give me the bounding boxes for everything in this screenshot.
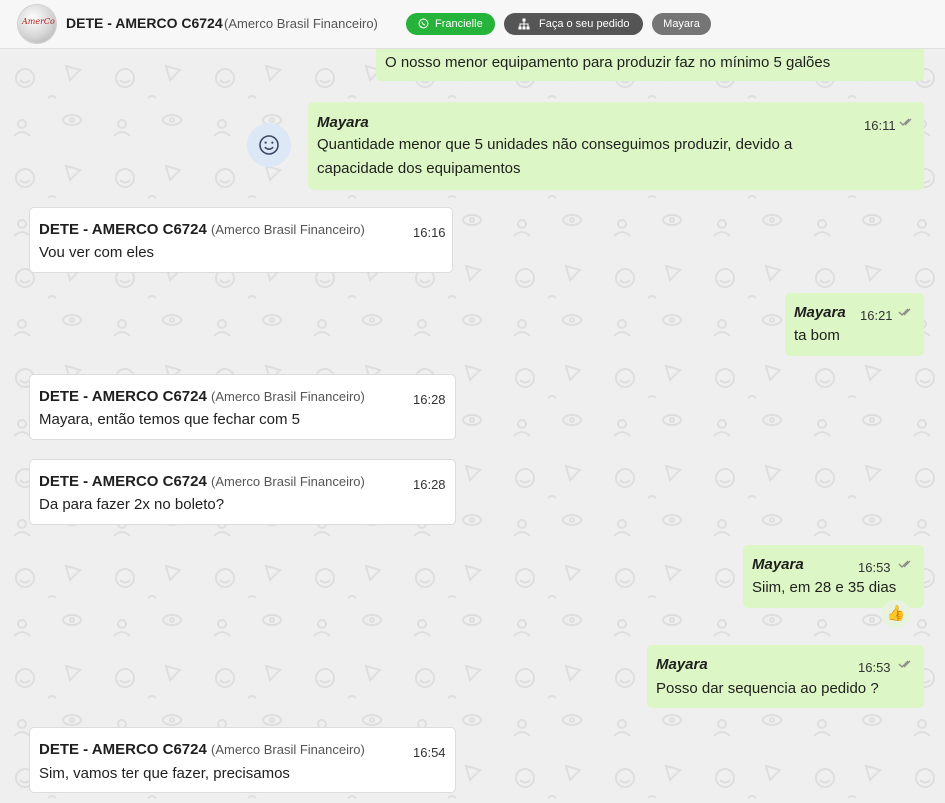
emoji-reaction-button[interactable] <box>247 123 291 167</box>
message-sender: DETE - AMERCO C6724 <box>39 473 207 490</box>
message-outgoing[interactable]: Mayara 16:21 ta bom <box>785 293 924 356</box>
message-text: Quantidade menor que 5 unidades não cons… <box>317 136 793 153</box>
message-text: ta bom <box>794 327 840 344</box>
message-text: capacidade dos equipamentos <box>317 160 521 177</box>
message-header: DETE - AMERCO C6724 (Amerco Brasil Finan… <box>39 470 365 493</box>
contact-organization: (Amerco Brasil Financeiro) <box>224 16 378 31</box>
message-outgoing[interactable]: Mayara 16:53 Posso dar sequencia ao pedi… <box>647 645 924 708</box>
message-time: 16:11 <box>864 118 896 133</box>
whatsapp-contact-button[interactable]: Francielle <box>406 13 495 35</box>
smiley-icon <box>259 135 279 155</box>
message-sender: Mayara <box>794 304 846 321</box>
assigned-agent-label: Mayara <box>663 18 700 30</box>
message-sender: DETE - AMERCO C6724 <box>39 388 207 405</box>
message-incoming[interactable]: DETE - AMERCO C6724 (Amerco Brasil Finan… <box>29 459 456 525</box>
assigned-agent-badge[interactable]: Mayara <box>652 13 711 35</box>
message-sender-org: (Amerco Brasil Financeiro) <box>210 742 365 757</box>
message-header: DETE - AMERCO C6724 (Amerco Brasil Finan… <box>39 218 365 241</box>
message-text: Siim, em 28 e 35 dias <box>752 579 897 596</box>
message-sender: Mayara <box>317 114 369 131</box>
message-time: 16:53 <box>858 660 891 675</box>
message-text: Mayara, então temos que fechar com 5 <box>39 411 300 428</box>
message-sender: DETE - AMERCO C6724 <box>39 221 207 238</box>
logo-text: AmerCo <box>22 17 55 26</box>
double-check-icon <box>899 118 912 126</box>
double-check-icon <box>898 308 911 316</box>
whatsapp-contact-label: Francielle <box>435 18 483 30</box>
whatsapp-icon <box>418 18 429 29</box>
message-text: O nosso menor equipamento para produzir … <box>385 54 831 71</box>
double-check-icon <box>898 660 911 668</box>
message-sender: Mayara <box>656 656 708 673</box>
message-sender: DETE - AMERCO C6724 <box>39 741 207 758</box>
place-order-button[interactable]: Faça o seu pedido <box>504 13 643 35</box>
message-outgoing[interactable]: Mayara 16:11 Quantidade menor que 5 unid… <box>308 102 924 190</box>
message-sender-org: (Amerco Brasil Financeiro) <box>210 389 365 404</box>
message-time: 16:16 <box>413 225 446 240</box>
message-incoming[interactable]: DETE - AMERCO C6724 (Amerco Brasil Finan… <box>29 374 456 440</box>
message-sender-org: (Amerco Brasil Financeiro) <box>210 474 365 489</box>
chat-header: AmerCo DETE - AMERCO C6724 (Amerco Brasi… <box>0 0 945 49</box>
message-sender-org: (Amerco Brasil Financeiro) <box>210 222 365 237</box>
message-time: 16:54 <box>413 745 446 760</box>
double-check-icon <box>898 560 911 568</box>
sitemap-icon <box>518 18 530 30</box>
message-incoming[interactable]: DETE - AMERCO C6724 (Amerco Brasil Finan… <box>29 727 456 793</box>
message-reaction[interactable]: 👍 <box>881 600 911 628</box>
message-header: DETE - AMERCO C6724 (Amerco Brasil Finan… <box>39 738 365 761</box>
message-incoming[interactable]: DETE - AMERCO C6724 (Amerco Brasil Finan… <box>29 207 453 273</box>
message-text: Da para fazer 2x no boleto? <box>39 496 225 513</box>
message-text: Sim, vamos ter que fazer, precisamos <box>39 765 290 782</box>
message-outgoing[interactable]: Mayara 16:53 Siim, em 28 e 35 dias <box>743 545 924 608</box>
message-time: 16:21 <box>860 308 893 323</box>
message-sender: Mayara <box>752 556 804 573</box>
contact-avatar[interactable]: AmerCo <box>18 5 56 43</box>
message-time: 16:28 <box>413 392 446 407</box>
message-text: Posso dar sequencia ao pedido ? <box>656 680 879 697</box>
place-order-label: Faça o seu pedido <box>539 18 630 30</box>
contact-name: DETE - AMERCO C6724 <box>66 15 223 31</box>
message-text: Vou ver com eles <box>39 244 155 261</box>
message-header: DETE - AMERCO C6724 (Amerco Brasil Finan… <box>39 385 365 408</box>
message-time: 16:28 <box>413 477 446 492</box>
